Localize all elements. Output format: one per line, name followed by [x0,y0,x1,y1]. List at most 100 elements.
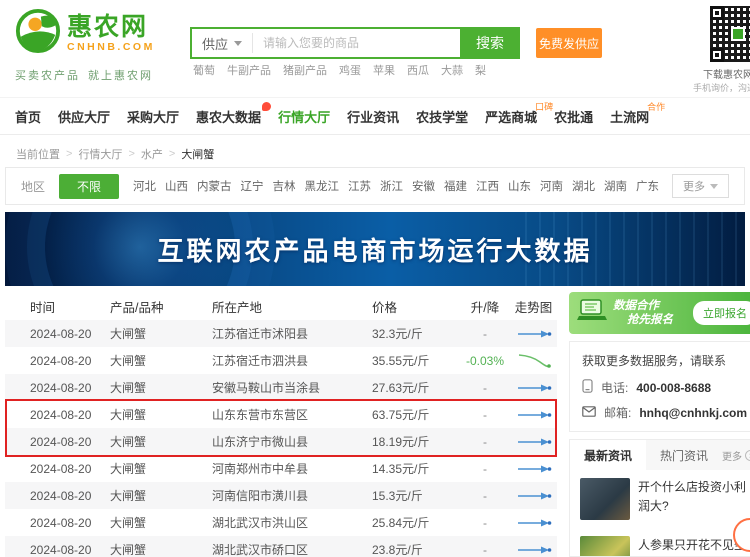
data-coop-banner[interactable]: 数据合作 抢先报名 立即报名 [569,292,750,334]
province[interactable]: 河南 [540,178,563,194]
row-change: -0.03% [465,353,505,368]
nav-nongpitong[interactable]: 农批通 [554,107,593,126]
row-origin: 河南信阳市潢川县 [212,489,309,503]
nav-industry-news[interactable]: 行业资讯 [347,107,399,126]
hot-word[interactable]: 鸡蛋 [339,62,361,78]
hot-word[interactable]: 西瓜 [407,62,429,78]
news-tab-bar: 最新资讯 热门资讯 更多 › [570,440,750,470]
province[interactable]: 江西 [476,178,499,194]
col-price: 价格 [372,300,398,315]
breadcrumb-market-hall[interactable]: 行情大厅 [78,146,122,162]
page: 惠农网 CNHNB.COM 买卖农产品就上惠农网 供应 搜索 免费发供应 葡萄 … [0,0,750,557]
province[interactable]: 江苏 [348,178,371,194]
province[interactable]: 吉林 [273,178,296,194]
breadcrumb-aquatic[interactable]: 水产 [141,146,163,162]
province[interactable]: 广东 [636,178,659,194]
nav-tuliu[interactable]: 土流网 合作 [610,102,665,126]
row-product: 大闸蟹 [110,435,147,449]
hot-word[interactable]: 梨 [475,62,486,78]
table-row[interactable]: 2024-08-20 大闸蟹 河南信阳市潢川县 15.3元/斤 - [5,482,557,509]
table-row-highlighted[interactable]: 2024-08-20 大闸蟹 山东东营市东营区 63.75元/斤 - [5,401,557,428]
news-thumbnail [580,536,630,556]
row-change: - [483,515,487,530]
province[interactable]: 内蒙古 [197,178,232,194]
table-row[interactable]: 2024-08-20 大闸蟹 江苏宿迁市沭阳县 32.3元/斤 - [5,320,557,347]
search-button[interactable]: 搜索 [460,27,520,59]
region-label: 地区 [21,179,46,194]
table-row[interactable]: 2024-08-20 大闸蟹 江苏宿迁市泗洪县 35.55元/斤 -0.03% [5,347,557,374]
tab-hot-news[interactable]: 热门资讯 [646,440,722,470]
region-all-button[interactable]: 不限 [59,173,120,199]
province[interactable]: 黑龙江 [305,178,340,194]
row-change: - [483,407,487,422]
hot-badge-icon [262,101,272,111]
province[interactable]: 福建 [444,178,467,194]
search-box: 供应 搜索 [190,27,520,59]
hot-word[interactable]: 猪副产品 [283,62,327,78]
news-item[interactable]: 人参果只开花不见坐果是什么原因? [570,528,750,556]
row-date: 2024-08-20 [30,326,92,341]
table-row-highlighted[interactable]: 2024-08-20 大闸蟹 山东济宁市微山县 18.19元/斤 - [5,428,557,455]
row-change: - [483,542,487,557]
nav-big-data[interactable]: 惠农大数据 [196,101,272,126]
news-more-link[interactable]: 更多 › [722,448,750,463]
row-origin: 江苏宿迁市泗洪县 [212,354,309,368]
trend-flat-icon [510,409,557,421]
nav-agri-school[interactable]: 农技学堂 [416,107,468,126]
hot-word[interactable]: 葡萄 [193,62,215,78]
table-header: 时间 产品/品种 所在产地 价格 升/降 走势图 [5,292,557,320]
row-date: 2024-08-20 [30,488,92,503]
main-nav: 首页 供应大厅 采购大厅 惠农大数据 行情大厅 行业资讯 农技学堂 严选商城 口碑… [0,97,750,135]
province[interactable]: 浙江 [380,178,403,194]
nav-select-mall[interactable]: 严选商城 口碑 [485,102,553,126]
table-row[interactable]: 2024-08-20 大闸蟹 湖北武汉市洪山区 25.84元/斤 - [5,509,557,536]
row-product: 大闸蟹 [110,462,147,476]
row-origin: 江苏宿迁市沭阳县 [212,327,309,341]
row-change: - [483,461,487,476]
row-product: 大闸蟹 [110,516,147,530]
province[interactable]: 山西 [165,178,188,194]
nav-home[interactable]: 首页 [15,107,41,126]
nav-market-hall[interactable]: 行情大厅 [278,107,330,126]
row-price: 25.84元/斤 [372,516,430,530]
news-thumbnail [580,478,630,520]
search-category-dropdown[interactable]: 供应 [192,33,254,53]
province[interactable]: 辽宁 [241,178,264,194]
hot-word[interactable]: 苹果 [373,62,395,78]
nav-purchase-hall[interactable]: 采购大厅 [127,107,179,126]
phone-number[interactable]: 400-008-8688 [636,381,711,395]
row-price: 32.3元/斤 [372,327,423,341]
row-date: 2024-08-20 [30,461,92,476]
province[interactable]: 湖南 [604,178,627,194]
news-item[interactable]: 开个什么店投资小利润大? [570,470,750,528]
nav-supply-hall[interactable]: 供应大厅 [58,107,110,126]
slogan: 买卖农产品 就上惠农网 [15,70,153,82]
table-row[interactable]: 2024-08-20 大闸蟹 安徽马鞍山市当涂县 27.63元/斤 - [5,374,557,401]
trend-down-icon [510,353,557,369]
app-qr-block: 下载惠农网APP 手机询价，沟通更方便 [678,6,750,94]
region-more-button[interactable]: 更多 [672,174,729,198]
trend-flat-icon [510,544,557,556]
post-supply-button[interactable]: 免费发供应 [536,28,602,58]
province[interactable]: 湖北 [572,178,595,194]
signup-button[interactable]: 立即报名 [693,301,750,325]
hot-word[interactable]: 大蒜 [441,62,463,78]
province[interactable]: 山东 [508,178,531,194]
search-input[interactable] [253,36,460,50]
breadcrumb-prefix: 当前位置 [16,149,60,161]
nav-badge: 口碑 [535,101,554,112]
trend-flat-icon [510,436,557,448]
province[interactable]: 安徽 [412,178,435,194]
province[interactable]: 河北 [133,178,156,194]
breadcrumb-current: 大闸蟹 [181,149,215,161]
email-address[interactable]: hnhq@cnhnkj.com [639,406,747,420]
tab-latest-news[interactable]: 最新资讯 [570,440,647,470]
table-row[interactable]: 2024-08-20 大闸蟹 湖北武汉市硚口区 23.8元/斤 - [5,536,557,557]
col-change: 升/降 [470,300,500,315]
site-name: 惠农网 [67,13,149,42]
hot-word[interactable]: 牛副产品 [227,62,271,78]
logo[interactable]: 惠农网 CNHNB.COM 买卖农产品 就上惠农网 [15,8,165,83]
row-price: 63.75元/斤 [372,408,430,422]
table-row[interactable]: 2024-08-20 大闸蟹 河南郑州市中牟县 14.35元/斤 - [5,455,557,482]
contact-title: 获取更多数据服务，请联系 [582,354,727,368]
